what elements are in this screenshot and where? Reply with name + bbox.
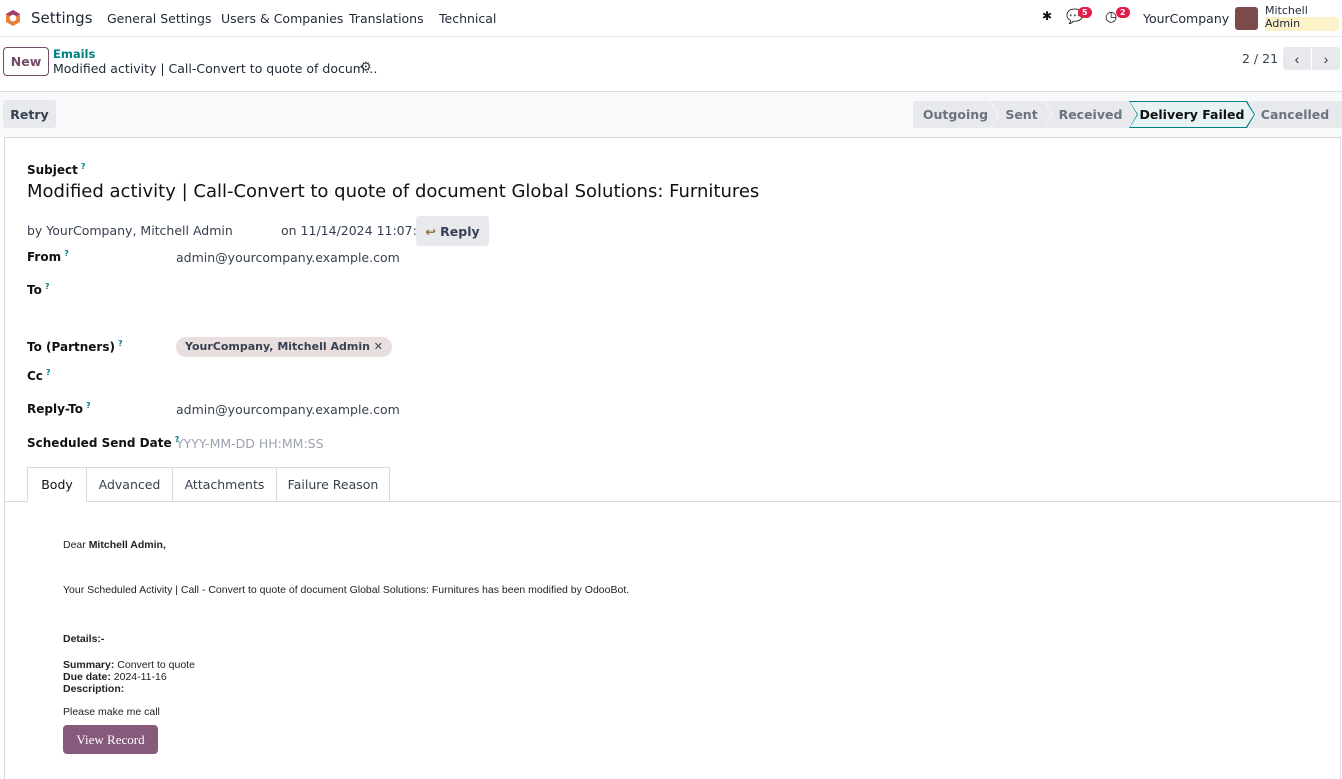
body-line: Your Scheduled Activity | Call - Convert… [63, 584, 630, 596]
greeting-text: Dear [63, 539, 89, 551]
company-switcher[interactable]: YourCompany [1143, 11, 1229, 26]
avatar[interactable] [1235, 7, 1258, 30]
from-label-text: From [27, 250, 62, 264]
from-field[interactable]: admin@yourcompany.example.com [176, 250, 400, 265]
stage-sent[interactable]: Sent [991, 101, 1052, 128]
pager-next-button[interactable]: › [1312, 47, 1340, 70]
author: by YourCompany, Mitchell Admin [27, 223, 233, 238]
remove-tag-icon[interactable]: ✕ [374, 340, 383, 353]
breadcrumb-current: Modified activity | Call-Convert to quot… [53, 61, 378, 76]
retry-button[interactable]: Retry [3, 100, 56, 128]
stage-cancelled[interactable]: Cancelled [1248, 101, 1342, 128]
greeting: Dear Mitchell Admin, [63, 539, 166, 551]
from-label: From? [27, 249, 69, 264]
help-tooltip-icon[interactable]: ? [86, 401, 91, 410]
statusbar: Retry Outgoing Sent Received Delivery Fa… [0, 92, 1342, 137]
reply-icon: ↩ [425, 223, 436, 239]
scheduled-date-input[interactable]: YYYY-MM-DD HH:MM:SS [176, 436, 324, 451]
scheduled-date-label: Scheduled Send Date? [27, 435, 179, 450]
menu-general-settings[interactable]: General Settings [107, 11, 212, 26]
reply-button[interactable]: ↩ Reply [416, 216, 489, 246]
notebook-tabs: Body Advanced Attachments Failure Reason [5, 467, 1340, 502]
pager-previous-button[interactable]: ‹ [1283, 47, 1311, 70]
tab-attachments[interactable]: Attachments [172, 467, 277, 502]
menu-users-companies[interactable]: Users & Companies [221, 11, 343, 26]
description-value: Please make me call [63, 706, 160, 718]
subject-field[interactable]: Modified activity | Call-Convert to quot… [27, 181, 759, 202]
due-date-value: 2024-11-16 [110, 671, 167, 683]
summary-line: Summary: Convert to quote [63, 659, 195, 671]
tab-advanced[interactable]: Advanced [86, 467, 173, 502]
stage-delivery-failed[interactable]: Delivery Failed [1129, 101, 1255, 128]
recipient-name: Mitchell Admin, [88, 539, 166, 551]
to-label-text: To [27, 283, 42, 297]
summary-value: Convert to quote [114, 659, 195, 671]
activities-badge: 2 [1116, 7, 1130, 18]
user-name[interactable]: Mitchell Admin [1265, 4, 1339, 31]
subject-label-text: Subject [27, 163, 78, 177]
scheduled-date-label-text: Scheduled Send Date [27, 436, 172, 450]
partner-tag-label: YourCompany, Mitchell Admin [185, 340, 370, 353]
stage-outgoing[interactable]: Outgoing [913, 101, 998, 128]
cc-label-text: Cc [27, 369, 43, 383]
app-name[interactable]: Settings [31, 9, 93, 27]
to-label: To? [27, 282, 49, 297]
navbar: Settings General Settings Users & Compan… [0, 0, 1342, 37]
cc-label: Cc? [27, 368, 51, 383]
help-tooltip-icon[interactable]: ? [81, 162, 86, 171]
reply-to-label-text: Reply-To [27, 402, 83, 416]
summary-label: Summary: [63, 659, 115, 671]
reply-to-field[interactable]: admin@yourcompany.example.com [176, 402, 400, 417]
description-label: Description: [63, 683, 125, 695]
help-tooltip-icon[interactable]: ? [45, 282, 50, 291]
due-date-line: Due date: 2024-11-16 [63, 671, 167, 683]
pager-value[interactable]: 2 / 21 [1242, 51, 1278, 66]
stage-label: Delivery Failed [1130, 102, 1254, 127]
due-date-label: Due date: [63, 671, 111, 683]
messages-badge: 5 [1078, 7, 1092, 18]
control-panel: New Emails Modified activity | Call-Conv… [0, 37, 1342, 92]
details-heading: Details:- [63, 633, 105, 645]
reply-label: Reply [440, 223, 480, 239]
breadcrumb-emails[interactable]: Emails [53, 47, 95, 61]
form-sheet: Subject? Modified activity | Call-Conver… [4, 137, 1341, 779]
debug-bug-icon[interactable]: ✱ [1042, 9, 1052, 23]
help-tooltip-icon[interactable]: ? [46, 368, 51, 377]
partner-tag: YourCompany, Mitchell Admin ✕ [176, 337, 392, 357]
to-partners-label: To (Partners)? [27, 339, 123, 354]
stage-received[interactable]: Received [1045, 101, 1136, 128]
view-record-button[interactable]: View Record [63, 725, 158, 754]
to-partners-label-text: To (Partners) [27, 340, 115, 354]
new-button[interactable]: New [3, 47, 49, 76]
date: on 11/14/2024 11:07:39 [281, 223, 433, 238]
menu-translations[interactable]: Translations [349, 11, 424, 26]
help-tooltip-icon[interactable]: ? [64, 249, 69, 258]
tab-failure-reason[interactable]: Failure Reason [276, 467, 390, 502]
gear-icon[interactable]: ⚙ [360, 60, 372, 75]
help-tooltip-icon[interactable]: ? [118, 339, 123, 348]
subject-label: Subject? [27, 162, 86, 177]
reply-to-label: Reply-To? [27, 401, 91, 416]
odoo-logo-icon[interactable] [4, 9, 22, 27]
menu-technical[interactable]: Technical [439, 11, 496, 26]
tab-body[interactable]: Body [27, 467, 87, 502]
